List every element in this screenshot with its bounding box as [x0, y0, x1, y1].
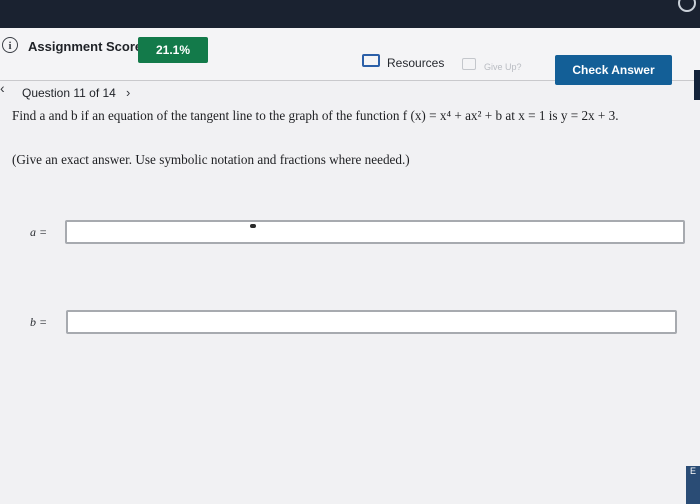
top-bezel — [0, 0, 700, 30]
assignment-header: i Assignment Score: 21.1% Resources Give… — [0, 28, 700, 100]
assignment-score-label: Assignment Score: — [28, 39, 147, 54]
check-answer-button[interactable]: Check Answer — [555, 55, 672, 85]
system-icon — [678, 0, 696, 12]
answer-input-a[interactable] — [65, 220, 685, 244]
side-tab[interactable]: E — [686, 466, 700, 504]
answer-label-b: b = — [30, 315, 48, 329]
give-up-icon — [462, 58, 476, 70]
answer-label-a: a = — [30, 225, 48, 239]
question-counter: Question 11 of 14 — [22, 86, 116, 100]
screen-mark — [250, 224, 256, 228]
resources-icon[interactable] — [362, 54, 380, 67]
info-icon[interactable]: i — [2, 37, 18, 53]
give-up-button[interactable]: Give Up? — [484, 62, 522, 72]
answer-input-b[interactable] — [66, 310, 677, 334]
question-note: (Give an exact answer. Use symbolic nota… — [12, 152, 410, 167]
question-prompt: Find a and b if an equation of the tange… — [12, 108, 619, 123]
chevron-left-icon[interactable]: ‹ — [0, 80, 5, 96]
resources-button[interactable]: Resources — [387, 56, 444, 70]
score-badge: 21.1% — [138, 37, 208, 63]
question-screen: i Assignment Score: 21.1% Resources Give… — [0, 28, 700, 504]
chevron-right-icon[interactable]: › — [126, 85, 130, 100]
right-edge-strip — [694, 70, 700, 100]
